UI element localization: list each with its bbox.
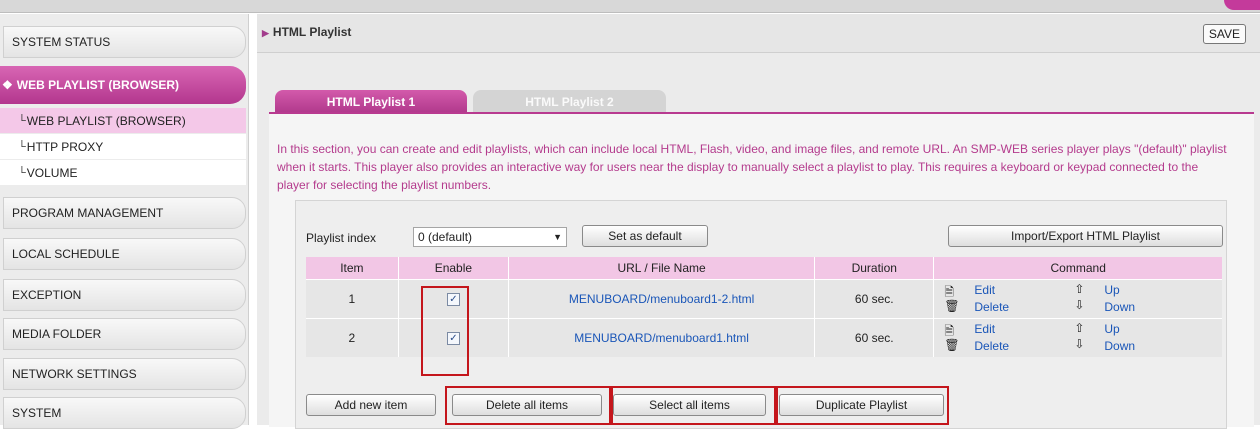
trash-icon: 🗑 (944, 299, 960, 313)
item-number: 2 (306, 318, 399, 357)
column-header-enable: Enable (397, 257, 509, 280)
move-up-link[interactable]: Up (1104, 283, 1119, 297)
subitem-hook-icon: └ (18, 140, 26, 153)
page-title: ▶ HTML Playlist (262, 25, 351, 39)
move-up-link[interactable]: Up (1104, 322, 1119, 336)
highlight-duplicate (776, 386, 949, 425)
sidebar-item-exception[interactable]: EXCEPTION (3, 279, 246, 311)
playlist-index-value: 0 (default) (418, 230, 473, 244)
sidebar-item-system[interactable]: SYSTEM (3, 397, 246, 429)
item-number: 1 (306, 279, 399, 319)
sidebar-item-label: NETWORK SETTINGS (12, 367, 137, 381)
main-content: ▶ HTML Playlist SAVE HTML Playlist 1 HTML… (257, 14, 1260, 429)
subitem-hook-icon: └ (18, 166, 26, 179)
sidebar-subitem-volume[interactable]: └ VOLUME (0, 160, 246, 185)
duration-value: 60 sec. (814, 318, 934, 357)
sidebar-item-media-folder[interactable]: MEDIA FOLDER (3, 318, 246, 350)
delete-link[interactable]: Delete (974, 300, 1009, 314)
sidebar-subitem-http-proxy[interactable]: └ HTTP PROXY (0, 134, 246, 159)
sidebar-item-label: PROGRAM MANAGEMENT (12, 206, 164, 220)
dropdown-arrow-icon: ▼ (553, 232, 562, 242)
set-default-button[interactable]: Set as default (582, 225, 708, 247)
page-header: ▶ HTML Playlist SAVE (257, 14, 1260, 53)
arrow-up-icon: ⇧ (1074, 282, 1085, 296)
playlist-index-label: Playlist index (306, 231, 377, 245)
star-icon: ❖ (2, 78, 13, 92)
edit-link[interactable]: Edit (974, 322, 995, 336)
move-down-link[interactable]: Down (1104, 300, 1135, 314)
sidebar: SYSTEM STATUS ❖ WEB PLAYLIST (BROWSER) └… (0, 14, 249, 429)
tab-html-playlist-2[interactable]: HTML Playlist 2 (473, 90, 666, 112)
top-bar (0, 0, 1260, 13)
top-accent (1224, 0, 1260, 10)
tab-html-playlist-1[interactable]: HTML Playlist 1 (275, 90, 467, 112)
sidebar-subitem-label: VOLUME (26, 165, 78, 180)
section-description: In this section, you can create and edit… (277, 142, 1227, 192)
url-link[interactable]: MENUBOARD/menuboard1-2.html (508, 279, 815, 319)
url-link[interactable]: MENUBOARD/menuboard1.html (508, 318, 815, 357)
sidebar-item-label: MEDIA FOLDER (12, 327, 102, 341)
subitem-hook-icon: └ (18, 114, 26, 127)
trash-icon: 🗑 (944, 338, 960, 352)
sidebar-item-label: EXCEPTION (12, 288, 82, 302)
arrow-down-icon: ⇩ (1074, 337, 1085, 351)
sidebar-item-label: WEB PLAYLIST (BROWSER) (16, 78, 179, 92)
add-new-item-button[interactable]: Add new item (306, 394, 436, 416)
tab-panel: In this section, you can create and edit… (269, 112, 1254, 429)
highlight-select-all (611, 386, 776, 425)
triangle-right-icon: ▶ (262, 28, 269, 38)
arrow-up-icon: ⇧ (1074, 321, 1085, 335)
column-header-url: URL / File Name (508, 257, 815, 280)
edit-link[interactable]: Edit (974, 283, 995, 297)
column-header-command: Command (933, 257, 1222, 280)
sidebar-item-local-schedule[interactable]: LOCAL SCHEDULE (3, 238, 246, 270)
move-down-link[interactable]: Down (1104, 339, 1135, 353)
sidebar-subitem-label: HTTP PROXY (26, 139, 104, 154)
duration-value: 60 sec. (814, 279, 934, 319)
table-header-row: Item Enable URL / File Name Duration Com… (306, 257, 1222, 280)
page-title-text: HTML Playlist (272, 25, 352, 39)
column-header-item: Item (306, 257, 399, 280)
highlight-delete-all (445, 386, 611, 425)
command-cell: 🗎 Edit 🗑 Delete ⇧ Up ⇩ Down (933, 318, 1222, 357)
highlight-enable-column (421, 286, 469, 376)
sidebar-item-label: SYSTEM (12, 406, 62, 420)
save-button[interactable]: SAVE (1202, 24, 1246, 44)
arrow-down-icon: ⇩ (1074, 298, 1085, 312)
sidebar-item-label: SYSTEM STATUS (12, 35, 111, 49)
sidebar-item-system-status[interactable]: SYSTEM STATUS (3, 26, 246, 58)
sidebar-subitem-web-playlist[interactable]: └ WEB PLAYLIST (BROWSER) (0, 108, 246, 133)
delete-link[interactable]: Delete (974, 339, 1009, 353)
sidebar-item-program-management[interactable]: PROGRAM MANAGEMENT (3, 197, 246, 229)
sidebar-item-web-playlist[interactable]: ❖ WEB PLAYLIST (BROWSER) (0, 66, 246, 104)
import-export-button[interactable]: Import/Export HTML Playlist (948, 225, 1223, 247)
sidebar-subitem-label: WEB PLAYLIST (BROWSER) (26, 113, 186, 128)
sidebar-item-network-settings[interactable]: NETWORK SETTINGS (3, 358, 246, 390)
sidebar-item-label: LOCAL SCHEDULE (12, 247, 120, 261)
column-header-duration: Duration (814, 257, 934, 280)
playlist-index-select[interactable]: 0 (default) ▼ (413, 227, 567, 247)
command-cell: 🗎 Edit 🗑 Delete ⇧ Up ⇩ Down (933, 279, 1222, 319)
